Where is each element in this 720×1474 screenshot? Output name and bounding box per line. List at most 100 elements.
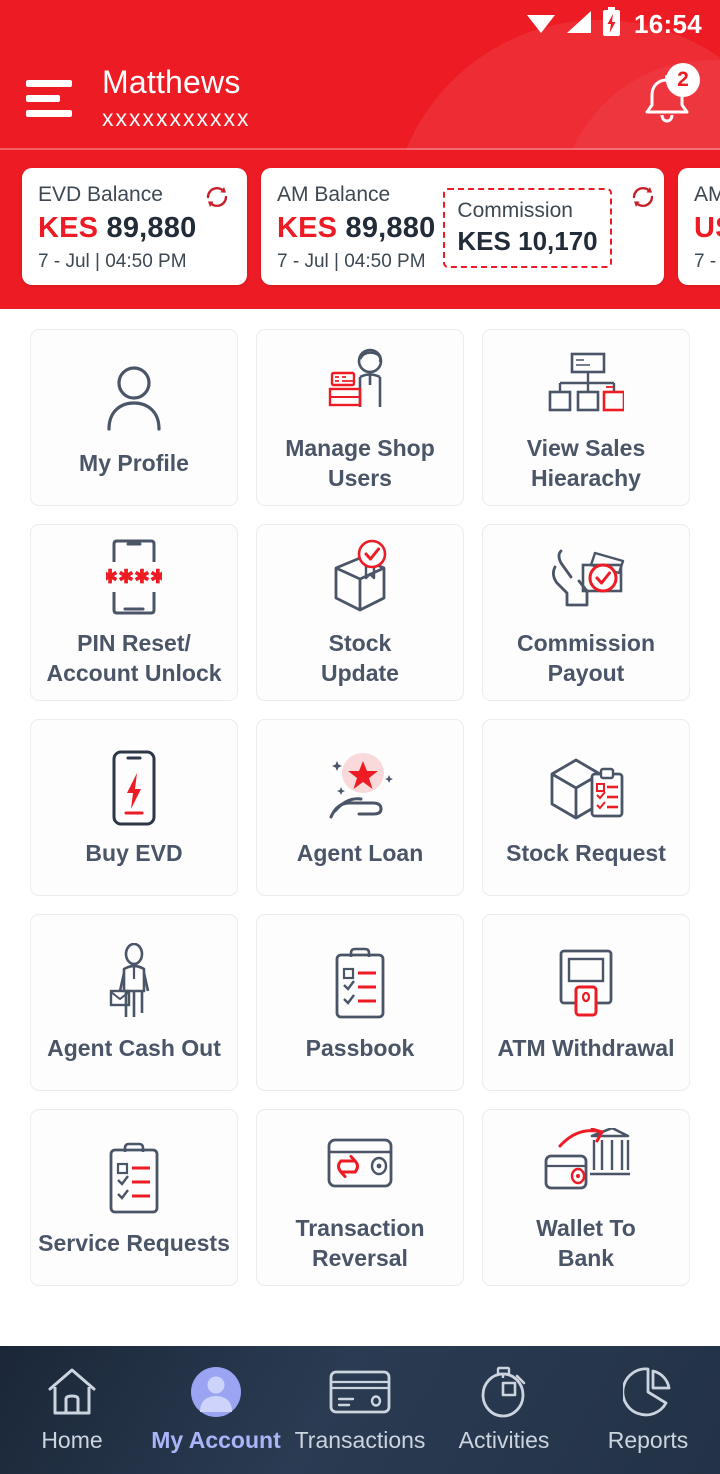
nav-item-activities[interactable]: Activities bbox=[432, 1366, 576, 1454]
nav-label: My Account bbox=[151, 1427, 281, 1453]
menu-tile-commission-payout[interactable]: Commission Payout bbox=[482, 524, 690, 702]
wallet-bank-icon bbox=[542, 1122, 630, 1204]
menu-tile-stock-update[interactable]: Stock Update bbox=[256, 524, 464, 702]
balance-cards-carousel[interactable]: EVD Balance KES 89,880 7 - Jul | 04:50 P… bbox=[0, 150, 720, 310]
menu-grid: My Profile Manage Shop Users View Sales … bbox=[0, 309, 720, 1346]
balance-value: 89,880 bbox=[345, 212, 436, 245]
stopwatch-icon bbox=[479, 1366, 529, 1418]
balance-amount: KES 89,880 bbox=[38, 212, 196, 245]
menu-tile-label: Agent Loan bbox=[296, 840, 424, 867]
wifi-icon bbox=[526, 9, 556, 40]
hand-cash-icon bbox=[543, 537, 629, 619]
hand-star-icon bbox=[319, 747, 401, 829]
menu-tile-label: My Profile bbox=[79, 450, 189, 477]
notification-button[interactable]: 2 bbox=[636, 63, 700, 129]
menu-tile-agent-cash-out[interactable]: Agent Cash Out bbox=[30, 914, 238, 1092]
menu-tile-label: Passbook bbox=[305, 1035, 415, 1062]
commission-currency: KES bbox=[457, 225, 511, 256]
menu-tile-label: Manage Shop Users bbox=[285, 435, 435, 491]
bottom-navigation: Home My Account Transactions Activities … bbox=[0, 1346, 720, 1474]
menu-tile-pin-reset-account-unlock[interactable]: ✱✱✱✱ PIN Reset/ Account Unlock bbox=[30, 524, 238, 702]
atm-icon bbox=[553, 942, 619, 1024]
nav-label: Transactions bbox=[294, 1427, 426, 1453]
nav-item-transactions[interactable]: Transactions bbox=[288, 1366, 432, 1454]
menu-tile-label: Stock Update bbox=[321, 630, 399, 686]
box-check-icon bbox=[320, 537, 400, 619]
balance-value: 89,880 bbox=[106, 212, 197, 245]
clipboard-check-icon bbox=[105, 1137, 163, 1219]
commission-value: 10,170 bbox=[518, 225, 598, 256]
hamburger-menu-icon[interactable] bbox=[26, 79, 72, 117]
menu-tile-label: Stock Request bbox=[506, 840, 666, 867]
status-bar: 16:54 bbox=[0, 0, 720, 48]
balance-currency: KES bbox=[38, 212, 99, 245]
menu-tile-manage-shop-users[interactable]: Manage Shop Users bbox=[256, 329, 464, 507]
menu-tile-label: Commission Payout bbox=[516, 630, 656, 686]
menu-tile-transaction-reversal[interactable]: Transaction Reversal bbox=[256, 1109, 464, 1287]
menu-tile-service-requests[interactable]: Service Requests bbox=[30, 1109, 238, 1287]
org-chart-icon bbox=[548, 342, 624, 424]
balance-label: AM bbox=[694, 183, 720, 206]
balance-currency: KES bbox=[277, 212, 338, 245]
balance-label: EVD Balance bbox=[38, 183, 163, 206]
notification-badge: 2 bbox=[666, 63, 700, 97]
menu-tile-passbook[interactable]: Passbook bbox=[256, 914, 464, 1092]
menu-tile-label: Transaction Reversal bbox=[295, 1215, 425, 1271]
menu-tile-label: Agent Cash Out bbox=[47, 1035, 221, 1062]
menu-tile-buy-evd[interactable]: Buy EVD bbox=[30, 719, 238, 897]
menu-tile-label: Service Requests bbox=[38, 1230, 230, 1257]
commission-label: Commission bbox=[457, 198, 573, 222]
menu-row: My Profile Manage Shop Users View Sales … bbox=[30, 329, 690, 507]
refresh-icon[interactable] bbox=[628, 182, 658, 217]
account-avatar-icon bbox=[190, 1366, 242, 1418]
menu-row: Buy EVD Agent Loan Stock Request bbox=[30, 719, 690, 897]
app-header: 16:54 Matthews xxxxxxxxxxx 2 EVD Balance… bbox=[0, 0, 720, 310]
balance-amount: KES 89,880 bbox=[277, 212, 435, 245]
nav-item-my-account[interactable]: My Account bbox=[144, 1366, 288, 1454]
menu-tile-wallet-to-bank[interactable]: Wallet To Bank bbox=[482, 1109, 690, 1287]
commission-box[interactable]: Commission KES 10,170 bbox=[443, 187, 612, 268]
nav-item-reports[interactable]: Reports bbox=[576, 1366, 720, 1454]
nav-label: Reports bbox=[607, 1427, 689, 1453]
menu-tile-agent-loan[interactable]: Agent Loan bbox=[256, 719, 464, 897]
menu-tile-stock-request[interactable]: Stock Request bbox=[482, 719, 690, 897]
battery-charging-icon bbox=[602, 6, 621, 42]
menu-tile-label: Buy EVD bbox=[85, 840, 183, 867]
wallet-reverse-icon bbox=[321, 1122, 399, 1204]
user-name: Matthews bbox=[102, 64, 241, 101]
phone-bolt-icon bbox=[107, 747, 161, 829]
cellular-signal-icon bbox=[565, 9, 593, 40]
nav-item-home[interactable]: Home bbox=[0, 1366, 144, 1454]
balance-currency: US bbox=[694, 212, 720, 245]
menu-row: Agent Cash Out Passbook ATM Withdrawal bbox=[30, 914, 690, 1092]
menu-tile-atm-withdrawal[interactable]: ATM Withdrawal bbox=[482, 914, 690, 1092]
nav-label: Home bbox=[41, 1427, 103, 1453]
refresh-icon[interactable] bbox=[202, 182, 232, 217]
menu-row: Service Requests Transaction Reversal Wa… bbox=[30, 1109, 690, 1287]
svg-text:✱✱✱✱: ✱✱✱✱ bbox=[106, 567, 162, 588]
user-msisdn: xxxxxxxxxxx bbox=[102, 104, 251, 131]
clipboard-icon bbox=[331, 942, 389, 1024]
balance-label: AM Balance bbox=[277, 183, 391, 206]
agent-person-icon bbox=[106, 942, 162, 1024]
balance-card-am-usd[interactable]: AM US 7 - bbox=[678, 168, 720, 286]
hamburger-line bbox=[26, 94, 60, 102]
status-bar-clock: 16:54 bbox=[634, 8, 702, 39]
menu-tile-view-sales-hierarchy[interactable]: View Sales Hiearachy bbox=[482, 329, 690, 507]
menu-tile-my-profile[interactable]: My Profile bbox=[30, 329, 238, 507]
title-bar: Matthews xxxxxxxxxxx 2 bbox=[0, 48, 720, 148]
home-icon bbox=[46, 1366, 98, 1418]
box-clipboard-icon bbox=[544, 747, 628, 829]
pie-chart-icon bbox=[623, 1366, 673, 1418]
balance-amount: US bbox=[694, 212, 720, 245]
hamburger-line bbox=[26, 79, 72, 87]
person-icon bbox=[99, 357, 169, 439]
balance-timestamp: 7 - Jul | 04:50 PM bbox=[277, 251, 426, 273]
phone-pin-icon: ✱✱✱✱ bbox=[106, 537, 162, 619]
hamburger-line bbox=[26, 109, 72, 117]
nav-label: Activities bbox=[458, 1427, 550, 1453]
user-info: Matthews xxxxxxxxxxx bbox=[102, 64, 636, 132]
balance-card-am[interactable]: AM Balance KES 89,880 7 - Jul | 04:50 PM… bbox=[261, 168, 664, 286]
balance-card-evd[interactable]: EVD Balance KES 89,880 7 - Jul | 04:50 P… bbox=[22, 168, 247, 286]
menu-tile-label: PIN Reset/ Account Unlock bbox=[46, 630, 222, 686]
